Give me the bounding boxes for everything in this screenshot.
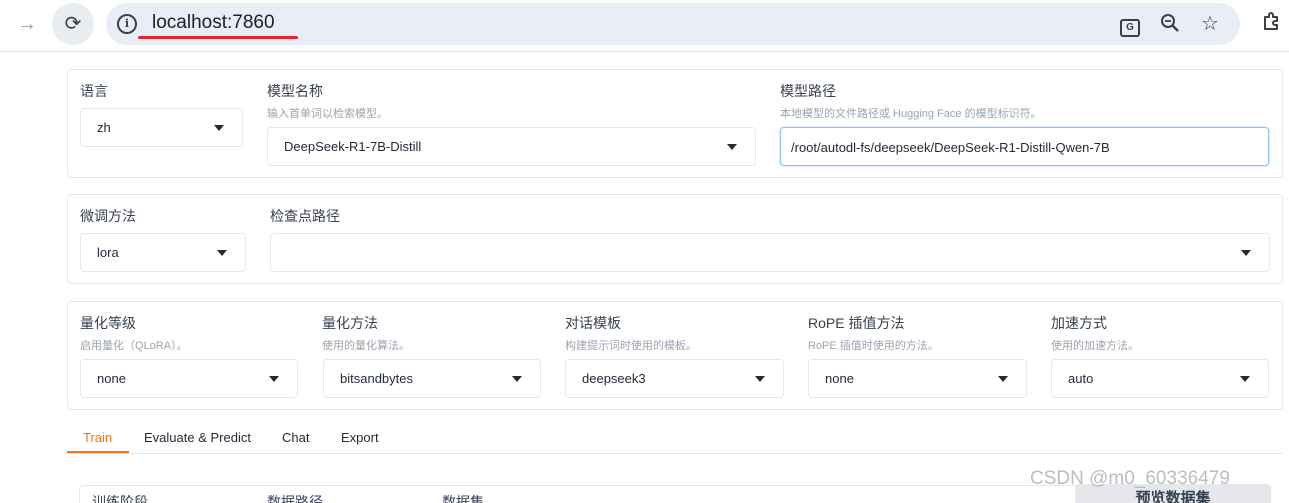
model-name-info: 输入首单词以检索模型。 xyxy=(267,108,388,120)
quant-bit-dropdown[interactable]: none xyxy=(80,359,298,398)
tab-evaluate-predict[interactable]: Evaluate & Predict xyxy=(144,430,251,445)
finetune-method-label: 微调方法 xyxy=(80,208,136,224)
language-value: zh xyxy=(97,120,111,135)
chevron-down-icon xyxy=(1240,376,1250,382)
model-name-dropdown[interactable]: DeepSeek-R1-7B-Distill xyxy=(267,127,756,166)
model-path-label: 模型路径 xyxy=(780,83,836,99)
language-dropdown[interactable]: zh xyxy=(80,108,243,147)
zoom-icon[interactable] xyxy=(1158,12,1182,36)
booster-value: auto xyxy=(1068,371,1094,386)
chevron-down-icon xyxy=(217,250,227,256)
model-path-value: /root/autodl-fs/deepseek/DeepSeek-R1-Dis… xyxy=(791,140,1110,155)
arrow-right-icon[interactable]: → xyxy=(14,11,40,37)
model-name-value: DeepSeek-R1-7B-Distill xyxy=(284,139,422,154)
chevron-down-icon xyxy=(512,376,522,382)
chevron-down-icon xyxy=(998,376,1008,382)
model-path-info: 本地模型的文件路径或 Hugging Face 的模型标识符。 xyxy=(780,108,1042,120)
template-value: deepseek3 xyxy=(582,371,646,386)
chevron-down-icon xyxy=(269,376,279,382)
quant-bit-label: 量化等级 xyxy=(80,315,136,331)
info-icon[interactable]: i xyxy=(117,14,137,34)
quant-bit-info: 启用量化（QLoRA）。 xyxy=(80,340,188,352)
template-info: 构建提示词时使用的模板。 xyxy=(565,340,697,352)
chevron-down-icon xyxy=(214,125,224,131)
model-path-input[interactable]: /root/autodl-fs/deepseek/DeepSeek-R1-Dis… xyxy=(780,127,1269,166)
checkpoint-path-label: 检查点路径 xyxy=(270,208,340,224)
rope-value: none xyxy=(825,371,854,386)
star-icon[interactable]: ☆ xyxy=(1198,12,1222,36)
quant-method-label: 量化方法 xyxy=(322,315,378,331)
puzzle-icon[interactable] xyxy=(1258,10,1286,36)
booster-dropdown[interactable]: auto xyxy=(1051,359,1269,398)
browser-toolbar: → ⟳ i localhost:7860 G ☆ xyxy=(0,0,1289,52)
rope-info: RoPE 插值时使用的方法。 xyxy=(808,340,939,352)
url-text[interactable]: localhost:7860 xyxy=(152,12,275,34)
chevron-down-icon xyxy=(1241,250,1251,256)
watermark: CSDN @m0_60336479 xyxy=(1030,468,1230,489)
training-stage-label: 训练阶段 xyxy=(92,494,148,503)
tab-train[interactable]: Train xyxy=(83,430,112,445)
booster-info: 使用的加速方法。 xyxy=(1051,340,1139,352)
language-label: 语言 xyxy=(80,83,108,99)
quant-bit-value: none xyxy=(97,371,126,386)
tabs-divider xyxy=(67,453,1283,454)
translate-icon[interactable]: G xyxy=(1118,12,1142,37)
template-dropdown[interactable]: deepseek3 xyxy=(565,359,784,398)
finetune-method-dropdown[interactable]: lora xyxy=(80,233,246,272)
booster-label: 加速方式 xyxy=(1051,315,1107,331)
active-tab-indicator xyxy=(67,451,129,453)
dataset-label: 数据集 xyxy=(442,494,484,503)
chevron-down-icon xyxy=(755,376,765,382)
address-bar[interactable]: i localhost:7860 G ☆ xyxy=(106,3,1240,45)
rope-dropdown[interactable]: none xyxy=(808,359,1027,398)
rope-label: RoPE 插值方法 xyxy=(808,315,905,331)
tab-chat[interactable]: Chat xyxy=(282,430,309,445)
quant-method-dropdown[interactable]: bitsandbytes xyxy=(323,359,541,398)
quant-method-info: 使用的量化算法。 xyxy=(322,340,410,352)
template-label: 对话模板 xyxy=(565,315,621,331)
data-dir-label: 数据路径 xyxy=(267,494,323,503)
tab-export[interactable]: Export xyxy=(341,430,379,445)
checkpoint-path-dropdown[interactable] xyxy=(270,233,1270,272)
finetune-method-value: lora xyxy=(97,245,119,260)
red-underline-annotation xyxy=(138,36,298,39)
quant-method-value: bitsandbytes xyxy=(340,371,413,386)
reload-icon[interactable]: ⟳ xyxy=(52,3,94,45)
model-name-label: 模型名称 xyxy=(267,83,323,99)
chevron-down-icon xyxy=(727,144,737,150)
